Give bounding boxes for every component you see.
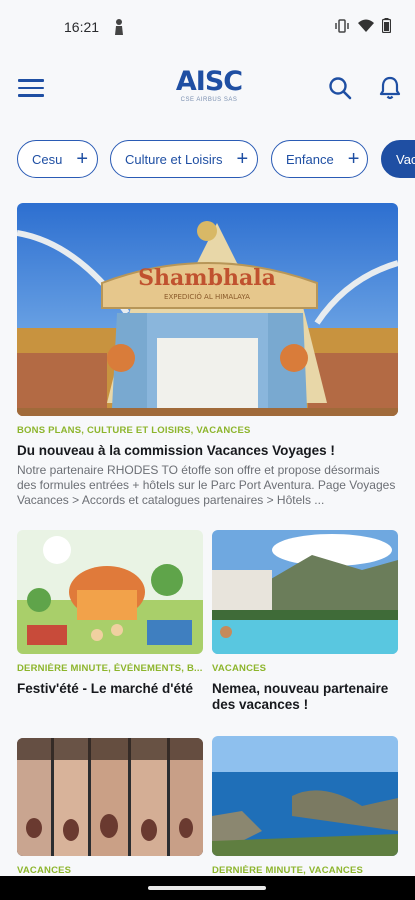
bell-icon[interactable] [378,76,402,100]
system-nav-bar [0,876,415,900]
article-card[interactable]: DERNIÈRE MINUTE, VACANCES [212,736,398,876]
article-image [212,736,398,856]
image-sign-subtext: EXPEDICIÓ AL HIMALAYA [164,292,250,301]
menu-icon-line [18,94,44,97]
menu-icon [18,79,44,82]
article-card[interactable]: DERNIÈRE MINUTE, ÉVÉNEMENTS, B... Festiv… [17,530,203,697]
battery-icon [382,18,391,33]
image-sign-text: Shambhala [138,265,276,291]
keyhole-icon [115,19,123,35]
chip-enfance[interactable]: Enfance + [271,140,368,178]
status-icons [334,18,391,33]
status-bar: 16:21 [0,0,415,56]
vibrate-icon [335,18,349,33]
chip-label: Culture et Loisirs [125,151,223,167]
menu-button[interactable] [18,76,44,100]
search-icon[interactable] [328,76,352,100]
menu-icon-line [18,86,44,89]
logo-text: AISC [175,66,243,97]
logo-subtitle: CSE AIRBUS SAS [180,97,238,103]
article-card[interactable]: VACANCES Nemea, nouveau partenaire des v… [212,530,398,713]
home-gesture-handle[interactable] [148,886,266,890]
chip-label: Vac [396,151,415,167]
article-image: Shambhala EXPEDICIÓ AL HIMALAYA [17,203,398,416]
article-category: DERNIÈRE MINUTE, VACANCES [212,865,364,876]
plus-icon: + [347,148,360,170]
article-excerpt: Notre partenaire RHODES TO étoffe son of… [17,463,396,507]
article-title: Festiv'été - Le marché d'été [17,681,193,696]
chip-label: Cesu [32,151,63,167]
article-category: DERNIÈRE MINUTE, ÉVÉNEMENTS, B... [17,663,203,674]
article-card-featured[interactable]: Shambhala EXPEDICIÓ AL HIMALAYA BONS PLA… [17,203,398,508]
category-chips: Cesu + Culture et Loisirs + Enfance + Va… [17,140,415,178]
article-image [17,530,203,654]
plus-icon: + [76,148,89,170]
wifi-icon [358,19,374,32]
article-card[interactable]: VACANCES [17,738,203,876]
article-image [17,738,203,856]
article-category: BONS PLANS, CULTURE ET LOISIRS, VACANCES [17,425,251,436]
app-logo: AISC CSE AIRBUS SAS [170,66,248,104]
article-category: VACANCES [17,865,72,876]
article-title: Du nouveau à la commission Vacances Voya… [17,443,335,458]
status-time: 16:21 [64,19,100,35]
chip-vacances[interactable]: Vac [381,140,415,178]
article-title: Nemea, nouveau partenaire des vacances ! [212,681,389,712]
chip-cesu[interactable]: Cesu + [17,140,98,178]
chip-label: Enfance [286,151,334,167]
chip-culture-loisirs[interactable]: Culture et Loisirs + [110,140,258,178]
article-image [212,530,398,654]
plus-icon: + [236,148,249,170]
article-category: VACANCES [212,663,267,674]
app-header: AISC CSE AIRBUS SAS [0,56,415,120]
